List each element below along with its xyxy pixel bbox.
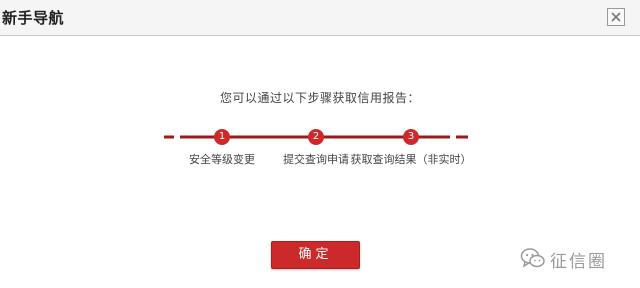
step-2-number: 2 — [312, 131, 320, 142]
step-1-label: 安全等级变更 — [189, 153, 255, 166]
dialog-titlebar: 新手导航 — [0, 0, 640, 36]
watermark: 征信圈 — [520, 244, 635, 272]
step-3-label: 获取查询结果（非实时） — [350, 153, 472, 166]
close-button[interactable] — [607, 8, 625, 26]
step-1-number: 1 — [218, 131, 226, 142]
close-icon — [611, 12, 621, 22]
watermark-text: 征信圈 — [550, 252, 607, 272]
guide-instruction: 您可以通过以下步骤获取信用报告： — [219, 91, 420, 105]
wechat-icon — [520, 248, 545, 268]
confirm-button[interactable]: 确定 — [271, 241, 360, 269]
step-2-label: 提交查询申请 — [283, 153, 349, 166]
new-user-guide-dialog: 新手导航 您可以通过以下步骤获取信用报告： 1 2 3 安全等级变更 提交查询申… — [0, 0, 640, 288]
step-3-number: 3 — [407, 131, 415, 142]
dialog-title: 新手导航 — [2, 9, 65, 27]
